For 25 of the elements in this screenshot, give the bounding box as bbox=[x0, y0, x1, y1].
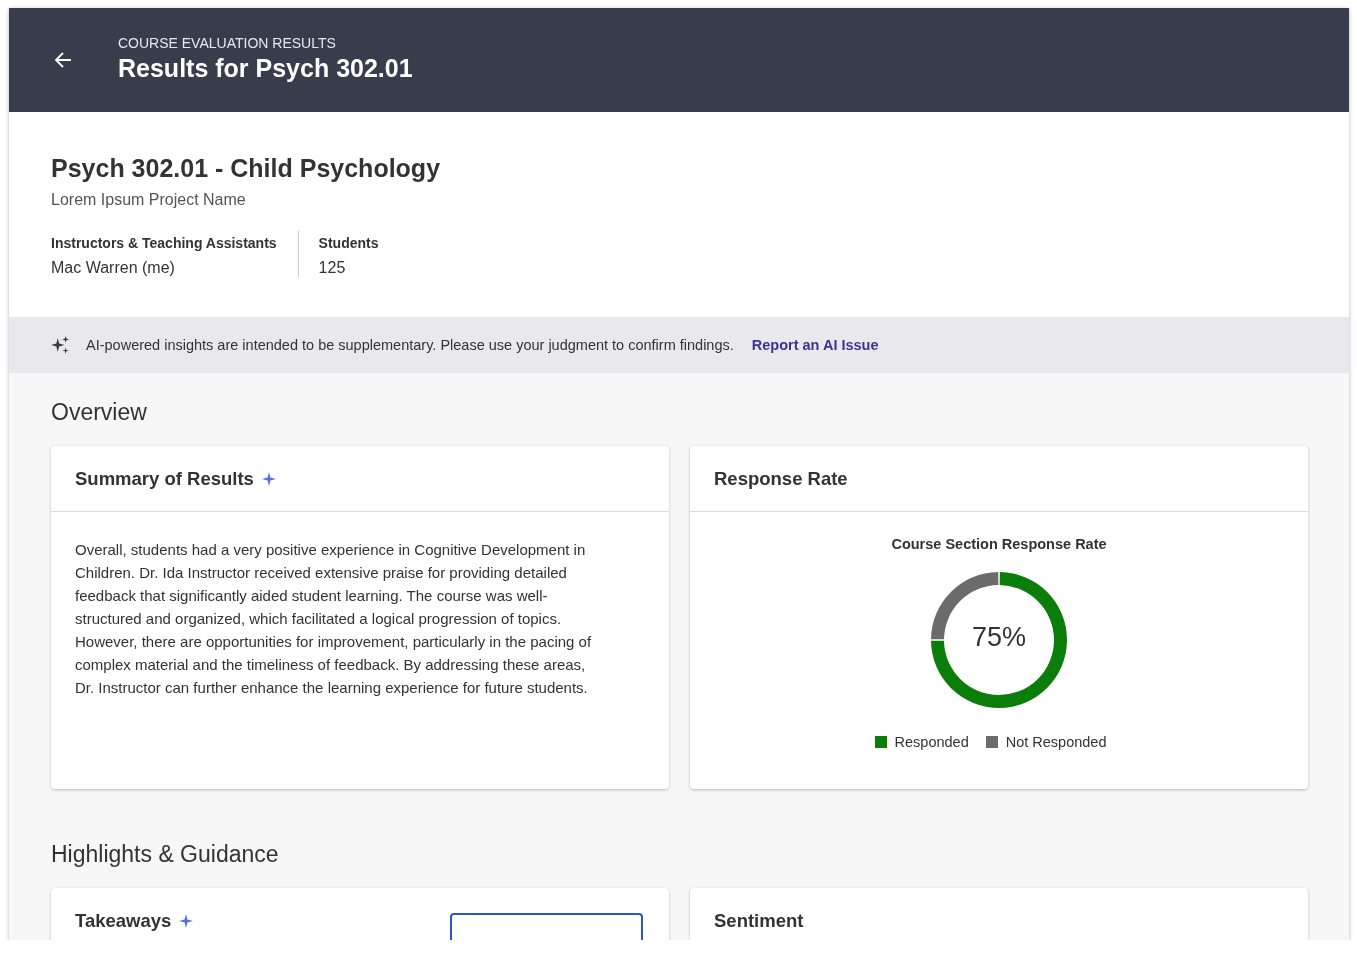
fact-label: Students bbox=[318, 235, 379, 251]
legend-swatch bbox=[874, 736, 887, 748]
report-link[interactable]: Report an AI Issue bbox=[751, 337, 879, 353]
notice-text: AI-powered insights are intended to be supplementary. Please use your judgment to confirm findings. bbox=[86, 337, 734, 353]
chart-title: Course Section Response Rate bbox=[891, 536, 1107, 552]
card-title: Sentiment bbox=[714, 909, 804, 932]
legend-swatch bbox=[985, 736, 998, 748]
summary-text: Overall, students had a very positive experience in Cognitive Development in Children. Dr. Ida Instructor received extensive praise for providing detailed feedback that significantly aided student learning. The course was well-structured and organized, which facilitated a logical progression of topics. However, there are opportunities for improvement, particularly in the pacing of complex material and the timeliness of feedback. By addressing these areas, Dr. Instructor can further enhance the learning experience for future students. bbox=[75, 540, 593, 698]
card-title: Takeaways bbox=[75, 909, 172, 932]
page-eyebrow: COURSE EVALUATION RESULTS bbox=[118, 35, 337, 51]
project-name: Lorem Ipsum Project Name bbox=[51, 191, 247, 209]
center-value: 75% bbox=[970, 622, 1027, 653]
fact-value: 125 bbox=[318, 259, 347, 277]
section-heading: Overview bbox=[51, 399, 148, 426]
course-title: Psych 302.01 - Child Psychology bbox=[51, 154, 442, 183]
page-title: Results for Psych 302.01 bbox=[118, 54, 413, 83]
fact-label: Instructors & Teaching Assistants bbox=[51, 235, 277, 251]
sparkles-icon bbox=[51, 336, 69, 354]
legend-label: Responded bbox=[894, 734, 969, 750]
fact-value: Mac Warren (me) bbox=[51, 259, 176, 277]
back-arrow-icon[interactable] bbox=[53, 50, 73, 70]
card-title: Summary of Results bbox=[75, 467, 254, 490]
section-heading: Highlights & Guidance bbox=[51, 841, 280, 868]
card-title: Response Rate bbox=[714, 467, 848, 490]
legend-label: Not Responded bbox=[1005, 734, 1107, 750]
